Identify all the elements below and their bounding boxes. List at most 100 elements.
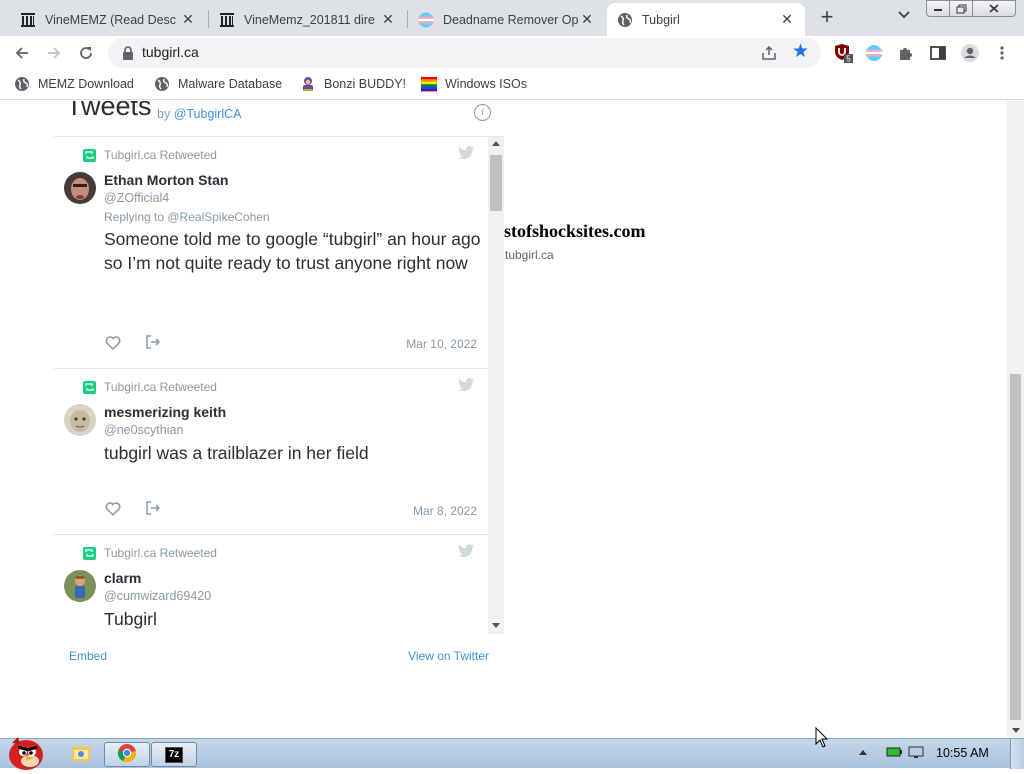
tab-vinememz-read[interactable]: VineMEMZ (Read Desc ✕ bbox=[10, 3, 206, 36]
widget-footer: Embed View on Twitter bbox=[54, 634, 504, 675]
retweet-row: Tubgirl.ca Retweeted bbox=[83, 148, 217, 162]
ublock-icon[interactable]: 5 bbox=[834, 43, 854, 63]
page-scrollbar[interactable] bbox=[1007, 101, 1024, 738]
like-heart-icon[interactable] bbox=[104, 334, 122, 352]
tweet-author-handle[interactable]: @cumwizard69420 bbox=[104, 589, 211, 603]
scroll-down-arrow-icon[interactable] bbox=[1012, 728, 1020, 733]
bookmark-windows-isos[interactable]: Windows ISOs bbox=[421, 76, 527, 92]
avatar[interactable] bbox=[64, 172, 96, 204]
share-tweet-icon[interactable] bbox=[144, 333, 162, 351]
tweet-author-name[interactable]: clarm bbox=[104, 570, 141, 586]
tweet-item[interactable]: Tubgirl.ca Retweeted clarm @cumwizard694… bbox=[54, 535, 488, 634]
twitter-bird-icon[interactable] bbox=[458, 378, 475, 392]
like-heart-icon[interactable] bbox=[104, 500, 122, 518]
bookmark-label: Malware Database bbox=[178, 77, 283, 91]
close-tab-icon[interactable]: ✕ bbox=[380, 11, 396, 28]
view-on-twitter-link[interactable]: View on Twitter bbox=[408, 649, 489, 663]
avatar[interactable] bbox=[64, 570, 96, 602]
battery-icon[interactable] bbox=[886, 746, 902, 758]
tweet-author-name[interactable]: mesmerizing keith bbox=[104, 404, 226, 420]
byline-handle[interactable]: @TubgirlCA bbox=[174, 107, 242, 121]
tab-deadname-remover[interactable]: Deadname Remover Op ✕ bbox=[408, 3, 605, 36]
tweet-author-handle[interactable]: @ne0scythian bbox=[104, 423, 183, 437]
tweet-item[interactable]: Tubgirl.ca Retweeted Ethan Morton Stan @… bbox=[54, 137, 488, 369]
retweet-row: Tubgirl.ca Retweeted bbox=[83, 380, 217, 394]
share-icon[interactable] bbox=[760, 44, 778, 62]
side-panel-icon[interactable] bbox=[928, 43, 948, 63]
url-text: tubgirl.ca bbox=[142, 44, 199, 60]
more-menu-icon[interactable] bbox=[992, 43, 1012, 63]
reply-context[interactable]: Replying to @RealSpikeCohen bbox=[104, 210, 270, 224]
close-window-icon[interactable] bbox=[972, 0, 1016, 17]
system-tray bbox=[856, 745, 926, 759]
avatar[interactable] bbox=[64, 404, 96, 436]
reload-icon[interactable] bbox=[74, 41, 98, 65]
bookmarks-bar: MEMZ Download Malware Database Bonzi BUD… bbox=[0, 70, 1024, 100]
taskbar-explorer[interactable] bbox=[58, 742, 104, 767]
page-content: stofshocksites.com tubgirl.ca Tweets by … bbox=[0, 101, 1007, 738]
bookmark-bonzi-buddy[interactable]: Bonzi BUDDY! bbox=[300, 76, 406, 92]
retweeted-by[interactable]: Tubgirl.ca Retweeted bbox=[104, 380, 217, 394]
globe-icon bbox=[154, 76, 170, 92]
taskbar-chrome[interactable] bbox=[104, 742, 150, 767]
bookmark-star-icon[interactable]: ★ bbox=[792, 42, 809, 62]
start-button-angry-bird-icon[interactable] bbox=[2, 731, 48, 771]
embed-link[interactable]: Embed bbox=[69, 649, 107, 663]
restore-icon[interactable] bbox=[949, 0, 973, 17]
widget-scrollbar[interactable] bbox=[488, 137, 504, 634]
network-icon[interactable] bbox=[908, 745, 926, 759]
share-tweet-icon[interactable] bbox=[144, 499, 162, 517]
archive-org-icon bbox=[219, 12, 235, 28]
show-desktop-button[interactable] bbox=[1010, 739, 1024, 769]
tweet-date[interactable]: Mar 10, 2022 bbox=[406, 337, 477, 351]
extensions-puzzle-icon[interactable] bbox=[896, 43, 916, 63]
profile-avatar-icon[interactable] bbox=[960, 43, 980, 63]
tweet-author-name[interactable]: Ethan Morton Stan bbox=[104, 172, 228, 188]
retweet-icon bbox=[83, 546, 96, 560]
retweet-icon bbox=[83, 380, 96, 394]
scroll-down-arrow-icon[interactable] bbox=[492, 623, 500, 628]
bookmark-label: Windows ISOs bbox=[445, 77, 527, 91]
twitter-bird-icon[interactable] bbox=[458, 146, 475, 160]
trans-flag-extension-icon[interactable] bbox=[864, 43, 884, 63]
tab-title: VineMemz_201811 dire bbox=[244, 12, 375, 27]
tweet-author-handle[interactable]: @ZOfficial4 bbox=[104, 191, 169, 205]
tweet-date[interactable]: Mar 8, 2022 bbox=[413, 504, 477, 518]
back-icon[interactable] bbox=[10, 41, 34, 65]
address-bar[interactable]: tubgirl.ca ★ bbox=[108, 38, 821, 68]
tab-title: Tubgirl bbox=[642, 12, 680, 27]
mouse-cursor-icon bbox=[815, 727, 829, 748]
bookmark-malware-database[interactable]: Malware Database bbox=[154, 76, 282, 92]
background-site-title[interactable]: stofshocksites.com bbox=[504, 221, 646, 242]
tab-vinememz-dir[interactable]: VineMemz_201811 dire ✕ bbox=[209, 3, 406, 36]
widget-title: Tweets bbox=[66, 101, 152, 121]
tray-expand-icon[interactable] bbox=[856, 749, 870, 755]
tab-search-icon[interactable] bbox=[894, 8, 914, 28]
page-scroll-thumb[interactable] bbox=[1010, 374, 1021, 720]
minimize-icon[interactable] bbox=[926, 0, 950, 17]
bookmark-memz-download[interactable]: MEMZ Download bbox=[14, 76, 134, 92]
twitter-bird-icon[interactable] bbox=[458, 544, 475, 558]
scroll-up-arrow-icon[interactable] bbox=[492, 141, 500, 146]
tab-strip: VineMEMZ (Read Desc ✕ VineMemz_201811 di… bbox=[0, 0, 1024, 36]
new-tab-button[interactable]: + bbox=[815, 6, 839, 30]
widget-scroll-thumb[interactable] bbox=[490, 155, 502, 211]
tweet-text: Tubgirl bbox=[104, 609, 157, 629]
retweeted-by[interactable]: Tubgirl.ca Retweeted bbox=[104, 546, 217, 560]
close-tab-icon[interactable]: ✕ bbox=[180, 11, 196, 28]
bonzi-icon bbox=[300, 76, 316, 92]
forward-icon[interactable] bbox=[42, 41, 66, 65]
retweeted-by[interactable]: Tubgirl.ca Retweeted bbox=[104, 148, 217, 162]
taskbar-7zip[interactable]: 7z bbox=[151, 742, 197, 767]
taskbar-clock[interactable]: 10:55 AM bbox=[936, 746, 989, 760]
tab-tubgirl[interactable]: Tubgirl ✕ bbox=[607, 3, 805, 36]
info-icon[interactable]: i bbox=[474, 104, 491, 121]
tweet-feed[interactable]: Tubgirl.ca Retweeted Ethan Morton Stan @… bbox=[54, 137, 488, 634]
lock-icon[interactable] bbox=[120, 45, 136, 61]
explorer-icon bbox=[70, 743, 92, 766]
bookmark-label: MEMZ Download bbox=[38, 77, 134, 91]
close-tab-icon[interactable]: ✕ bbox=[779, 11, 795, 28]
close-tab-icon[interactable]: ✕ bbox=[579, 11, 595, 28]
tweet-item[interactable]: Tubgirl.ca Retweeted mesmerizing keith @… bbox=[54, 369, 488, 535]
tweet-text: tubgirl was a trailblazer in her field bbox=[104, 443, 369, 463]
